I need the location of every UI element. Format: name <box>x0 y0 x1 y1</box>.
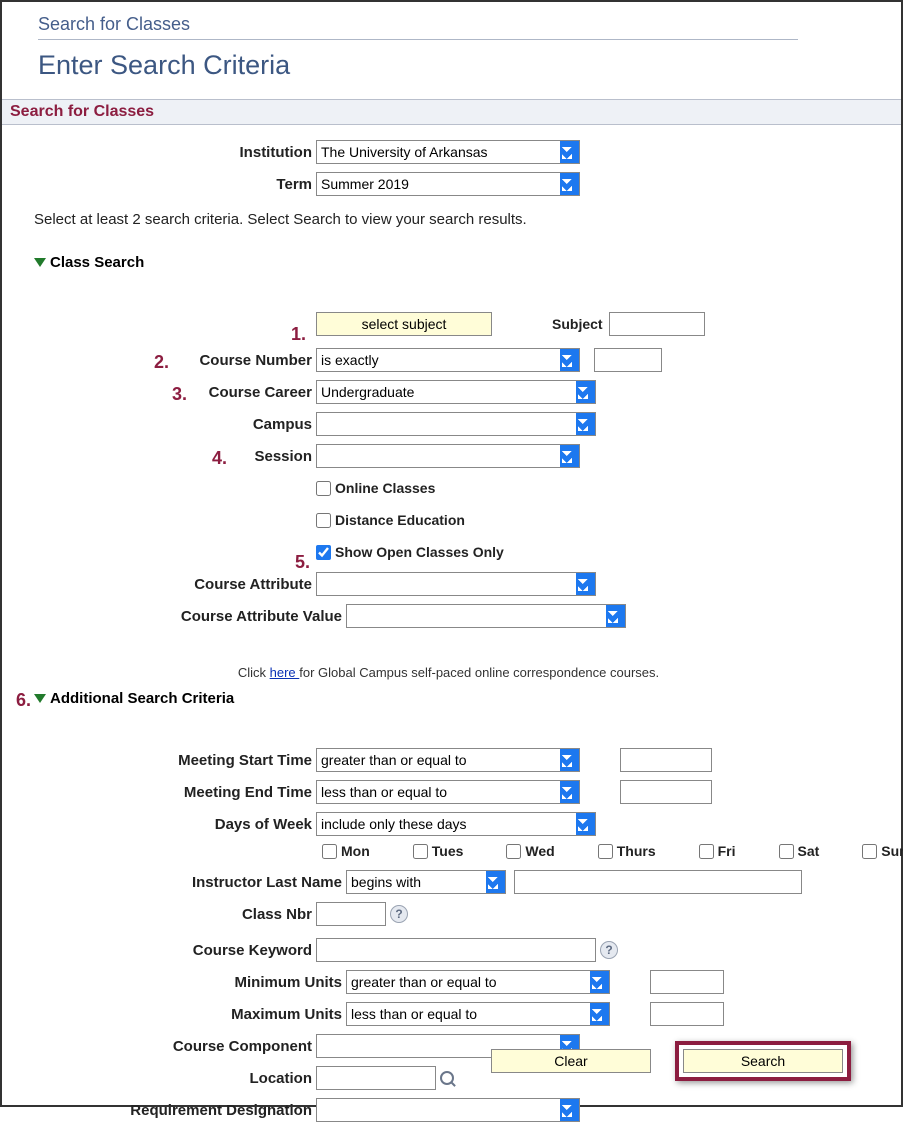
meeting-end-op-select[interactable]: less than or equal to <box>316 780 580 804</box>
collapsible-additional[interactable]: Additional Search Criteria <box>34 690 883 707</box>
marker-6: 6. <box>16 690 31 711</box>
marker-4: 4. <box>212 448 227 469</box>
label-location: Location <box>14 1070 316 1087</box>
action-buttons: Clear Search <box>491 1041 851 1081</box>
search-highlight-box: Search <box>675 1041 851 1081</box>
page-frame: Search for Classes Enter Search Criteria… <box>0 0 903 1107</box>
label-course-keyword: Course Keyword <box>14 942 316 959</box>
label-meeting-end: Meeting End Time <box>14 784 316 801</box>
institution-select[interactable]: The University of Arkansas <box>316 140 580 164</box>
marker-2: 2. <box>154 352 169 373</box>
section-header: Search for Classes <box>2 99 901 125</box>
day-sun-label: Sun <box>881 843 903 859</box>
global-campus-link[interactable]: here <box>270 665 300 680</box>
label-min-units: Minimum Units <box>14 974 346 991</box>
subject-input[interactable] <box>609 312 705 336</box>
location-input[interactable] <box>316 1066 436 1090</box>
days-op-select[interactable]: include only these days <box>316 812 596 836</box>
min-units-input[interactable] <box>650 970 724 994</box>
search-icon[interactable] <box>440 1071 455 1086</box>
marker-3: 3. <box>172 384 187 405</box>
label-campus: Campus <box>14 416 316 433</box>
meeting-end-input[interactable] <box>620 780 712 804</box>
day-thu-label: Thurs <box>617 843 656 859</box>
marker-1: 1. <box>291 324 306 345</box>
collapsible-class-search-label: Class Search <box>50 254 144 271</box>
min-units-op-select[interactable]: greater than or equal to <box>346 970 610 994</box>
online-classes-checkbox[interactable] <box>316 481 331 496</box>
label-course-component: Course Component <box>14 1038 316 1055</box>
course-attribute-select[interactable] <box>316 572 596 596</box>
label-req-designation: Requirement Designation <box>14 1102 316 1119</box>
label-subject: Subject <box>552 316 603 332</box>
global-campus-hint: Click here for Global Campus self-paced … <box>14 665 883 680</box>
label-session: Session <box>254 448 312 465</box>
distance-education-checkbox[interactable] <box>316 513 331 528</box>
day-sun-checkbox[interactable] <box>862 844 877 859</box>
class-nbr-input[interactable] <box>316 902 386 926</box>
label-meeting-start: Meeting Start Time <box>14 752 316 769</box>
collapsible-class-search[interactable]: Class Search <box>34 254 883 271</box>
meeting-start-input[interactable] <box>620 748 712 772</box>
course-keyword-input[interactable] <box>316 938 596 962</box>
meeting-start-op-select[interactable]: greater than or equal to <box>316 748 580 772</box>
term-select[interactable]: Summer 2019 <box>316 172 580 196</box>
day-wed-checkbox[interactable] <box>506 844 521 859</box>
day-mon-checkbox[interactable] <box>322 844 337 859</box>
label-course-attribute: Course Attribute <box>14 576 316 593</box>
label-course-attribute-value: Course Attribute Value <box>14 608 346 625</box>
instructor-op-select[interactable]: begins with <box>346 870 506 894</box>
days-row: Mon Tues Wed Thurs Fri Sat Sun <box>322 843 883 859</box>
instruction-text: Select at least 2 search criteria. Selec… <box>34 211 883 228</box>
course-number-input[interactable] <box>594 348 662 372</box>
day-fri-label: Fri <box>718 843 736 859</box>
label-days: Days of Week <box>14 816 316 833</box>
label-term: Term <box>14 176 316 193</box>
instructor-input[interactable] <box>514 870 802 894</box>
chevron-down-icon <box>34 694 46 703</box>
label-instructor: Instructor Last Name <box>14 874 346 891</box>
course-attribute-value-select[interactable] <box>346 604 626 628</box>
day-wed-label: Wed <box>525 843 554 859</box>
max-units-input[interactable] <box>650 1002 724 1026</box>
req-designation-select[interactable] <box>316 1098 580 1122</box>
clear-button[interactable]: Clear <box>491 1049 651 1073</box>
day-sat-label: Sat <box>798 843 820 859</box>
session-select[interactable] <box>316 444 580 468</box>
day-tue-checkbox[interactable] <box>413 844 428 859</box>
course-number-op-select[interactable]: is exactly <box>316 348 580 372</box>
label-class-nbr: Class Nbr <box>14 906 316 923</box>
top-divider <box>38 39 798 40</box>
breadcrumb-search-classes[interactable]: Search for Classes <box>14 14 883 35</box>
day-thu-checkbox[interactable] <box>598 844 613 859</box>
select-subject-button[interactable]: select subject <box>316 312 492 336</box>
day-tue-label: Tues <box>432 843 464 859</box>
day-sat-checkbox[interactable] <box>779 844 794 859</box>
marker-5: 5. <box>295 552 310 573</box>
label-course-number: Course Number <box>199 352 312 369</box>
day-mon-label: Mon <box>341 843 370 859</box>
help-icon[interactable]: ? <box>600 941 618 959</box>
course-career-select[interactable]: Undergraduate <box>316 380 596 404</box>
help-icon[interactable]: ? <box>390 905 408 923</box>
label-show-open: Show Open Classes Only <box>335 544 504 560</box>
chevron-down-icon <box>34 258 46 267</box>
max-units-op-select[interactable]: less than or equal to <box>346 1002 610 1026</box>
label-institution: Institution <box>14 144 316 161</box>
campus-select[interactable] <box>316 412 596 436</box>
label-max-units: Maximum Units <box>14 1006 346 1023</box>
label-distance-education: Distance Education <box>335 512 465 528</box>
search-button[interactable]: Search <box>683 1049 843 1073</box>
class-search-form: 1. select subject Subject 2. Course Numb… <box>14 311 883 629</box>
label-online-classes: Online Classes <box>335 480 435 496</box>
page-title: Enter Search Criteria <box>14 50 883 81</box>
collapsible-additional-label: Additional Search Criteria <box>50 690 234 707</box>
day-fri-checkbox[interactable] <box>699 844 714 859</box>
label-course-career: Course Career <box>209 384 312 401</box>
show-open-checkbox[interactable] <box>316 545 331 560</box>
